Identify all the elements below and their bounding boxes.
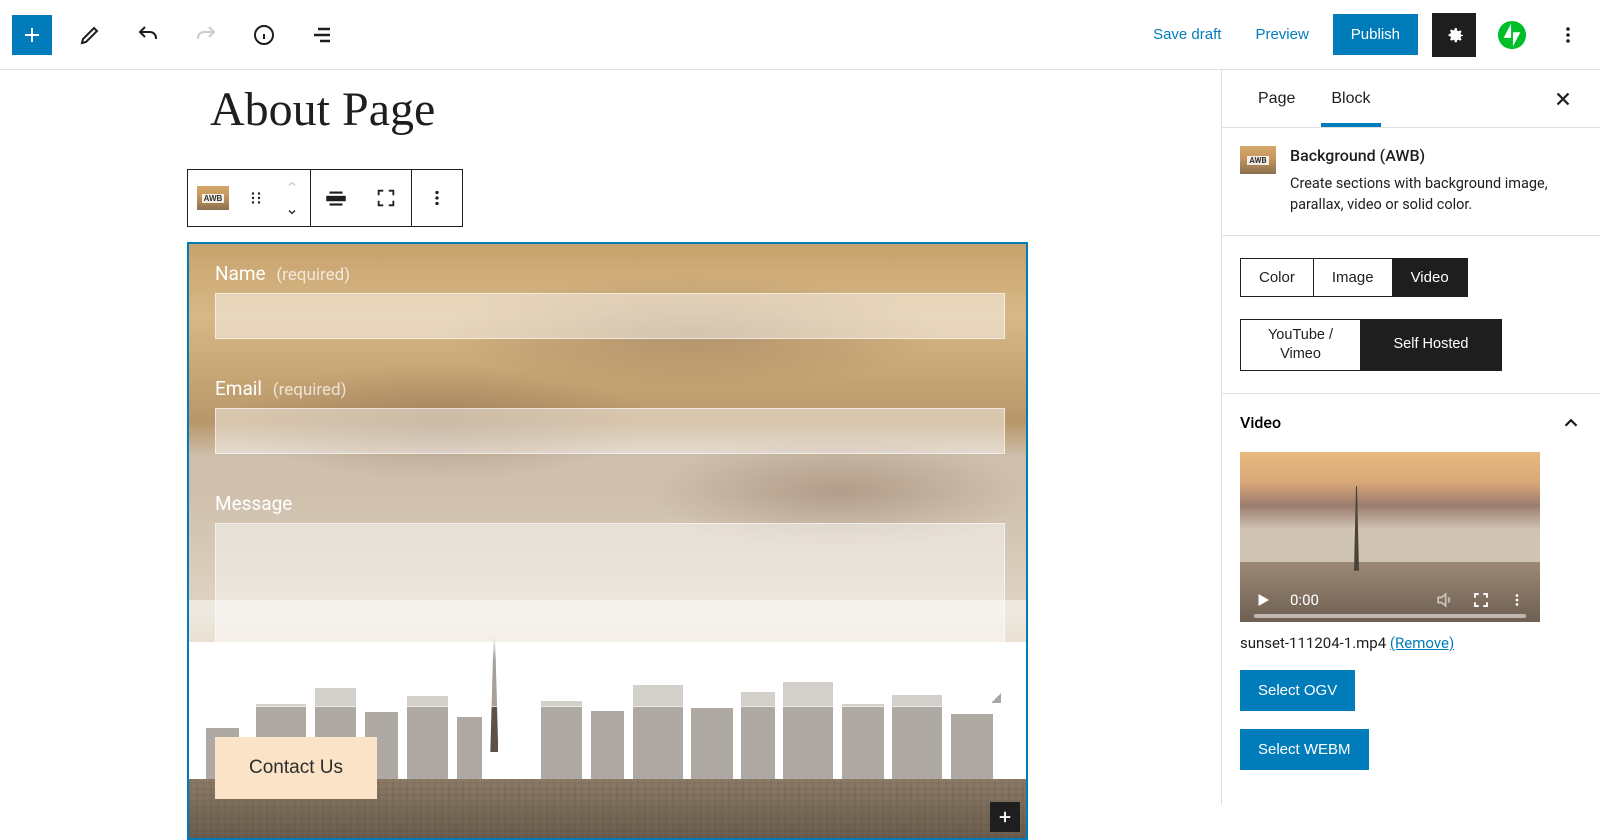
- block-toolbar: [187, 169, 463, 227]
- chevron-up-icon: [1560, 412, 1582, 434]
- move-down-button[interactable]: [283, 198, 301, 226]
- fullscreen-icon: [375, 187, 397, 209]
- video-more-button[interactable]: [1508, 591, 1526, 609]
- name-label: Name (required): [215, 262, 1000, 285]
- block-description: Create sections with background image, p…: [1290, 173, 1582, 215]
- tab-block[interactable]: Block: [1313, 72, 1388, 126]
- plus-icon: [996, 808, 1014, 826]
- video-mute-button[interactable]: [1434, 590, 1454, 610]
- toolbar-left-group: [12, 15, 342, 55]
- align-wide-icon: [323, 185, 349, 211]
- undo-button[interactable]: [128, 15, 168, 55]
- info-icon: [252, 23, 276, 47]
- select-webm-button[interactable]: Select WEBM: [1240, 729, 1369, 770]
- bg-type-color[interactable]: Color: [1241, 259, 1314, 296]
- video-fullscreen-button[interactable]: [1472, 591, 1490, 609]
- bg-type-toggle: Color Image Video: [1240, 258, 1468, 297]
- jetpack-icon: [1497, 20, 1527, 50]
- block-title: Background (AWB): [1290, 146, 1582, 165]
- block-header: Background (AWB) Create sections with ba…: [1222, 128, 1600, 236]
- toolbar-right-group: Save draft Preview Publish: [1143, 13, 1588, 57]
- video-source-toggle: YouTube / Vimeo Self Hosted: [1240, 319, 1502, 371]
- list-view-icon: [310, 23, 334, 47]
- jetpack-button[interactable]: [1490, 13, 1534, 57]
- chevron-up-icon: [283, 178, 301, 190]
- select-ogv-button[interactable]: Select OGV: [1240, 670, 1355, 711]
- volume-icon: [1434, 590, 1454, 610]
- fullscreen-icon: [1472, 591, 1490, 609]
- more-vertical-icon: [1508, 591, 1526, 609]
- video-play-button[interactable]: [1254, 591, 1272, 609]
- source-self-hosted[interactable]: Self Hosted: [1361, 320, 1501, 370]
- awb-background-block[interactable]: Name (required) Email (required) Message…: [187, 242, 1028, 840]
- block-icon: [1240, 146, 1276, 174]
- more-options-button[interactable]: [1548, 15, 1588, 55]
- publish-button[interactable]: Publish: [1333, 14, 1418, 55]
- close-icon: [1552, 88, 1574, 110]
- sidebar-tabs: Page Block: [1222, 70, 1600, 128]
- align-button[interactable]: [311, 170, 361, 226]
- video-file-line: sunset-111204-1.mp4 (Remove): [1222, 634, 1600, 670]
- settings-button[interactable]: [1432, 13, 1476, 57]
- video-filename: sunset-111204-1.mp4: [1240, 634, 1386, 652]
- settings-sidebar: Page Block Background (AWB) Create secti…: [1221, 70, 1600, 805]
- close-sidebar-button[interactable]: [1544, 80, 1582, 118]
- source-youtube-vimeo[interactable]: YouTube / Vimeo: [1241, 320, 1361, 370]
- pencil-icon: [78, 23, 102, 47]
- redo-icon: [194, 23, 218, 47]
- message-label: Message: [215, 492, 1000, 515]
- tab-page[interactable]: Page: [1240, 72, 1313, 126]
- contact-form: Name (required) Email (required) Message…: [189, 244, 1026, 799]
- save-draft-button[interactable]: Save draft: [1143, 18, 1231, 51]
- move-up-button[interactable]: [283, 170, 301, 198]
- info-button[interactable]: [244, 15, 284, 55]
- video-panel-header[interactable]: Video: [1222, 394, 1600, 452]
- chevron-down-icon: [283, 206, 301, 218]
- awb-icon: [197, 186, 229, 210]
- add-inner-block-button[interactable]: [990, 802, 1020, 832]
- email-label: Email (required): [215, 377, 1000, 400]
- play-icon: [1254, 591, 1272, 609]
- main-area: About Page: [0, 70, 1600, 805]
- gear-icon: [1442, 23, 1466, 47]
- redo-button[interactable]: [186, 15, 226, 55]
- email-input[interactable]: [215, 408, 1005, 454]
- editor-canvas: About Page: [0, 70, 1221, 805]
- plus-icon: [20, 23, 44, 47]
- edit-mode-button[interactable]: [70, 15, 110, 55]
- editor-top-toolbar: Save draft Preview Publish: [0, 0, 1600, 70]
- outline-button[interactable]: [302, 15, 342, 55]
- drag-handle[interactable]: [238, 170, 274, 226]
- more-vertical-icon: [1556, 23, 1580, 47]
- add-block-button[interactable]: [12, 15, 52, 55]
- bg-type-video[interactable]: Video: [1393, 259, 1467, 296]
- block-more-button[interactable]: [412, 170, 462, 226]
- bg-type-image[interactable]: Image: [1314, 259, 1393, 296]
- message-textarea[interactable]: [215, 523, 1005, 707]
- video-panel-title: Video: [1240, 413, 1281, 432]
- undo-icon: [136, 23, 160, 47]
- remove-video-link[interactable]: (Remove): [1390, 634, 1454, 652]
- preview-button[interactable]: Preview: [1245, 18, 1318, 51]
- name-input[interactable]: [215, 293, 1005, 339]
- fullwidth-button[interactable]: [361, 170, 411, 226]
- drag-icon: [247, 189, 265, 207]
- page-title[interactable]: About Page: [210, 82, 435, 137]
- background-type-section: Color Image Video YouTube / Vimeo Self H…: [1222, 236, 1600, 394]
- move-up-down-group: [274, 170, 310, 226]
- block-type-button[interactable]: [188, 170, 238, 226]
- video-progress[interactable]: [1254, 614, 1526, 618]
- contact-submit-button[interactable]: Contact Us: [215, 737, 377, 799]
- video-preview[interactable]: 0:00: [1240, 452, 1540, 622]
- video-time: 0:00: [1290, 591, 1319, 609]
- more-vertical-icon: [426, 187, 448, 209]
